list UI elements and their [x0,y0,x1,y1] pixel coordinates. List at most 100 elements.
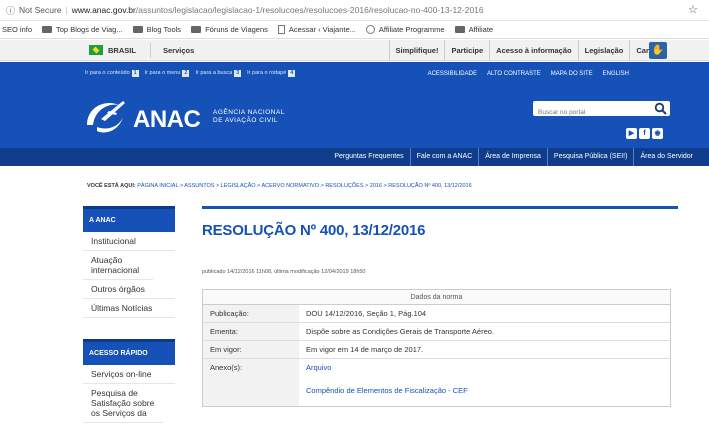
sidebar-section-title: ACESSO RÁPIDO [83,339,175,365]
security-status: Not Secure [19,5,62,15]
search-box [533,101,670,120]
bookmark-folder[interactable]: Top Blogs de Viag... [42,25,123,34]
table-header: Dados da norma [203,290,670,305]
divider: | [65,5,68,15]
address-bar[interactable]: ⓘ Not Secure | www.anac.gov.br /assuntos… [0,0,709,21]
page-icon [277,25,285,34]
link-alto-contraste[interactable]: ALTO CONTRASTE [487,71,541,77]
nav-pesquisa-publica[interactable]: Pesquisa Pública (SEI!) [546,148,634,166]
link-mapa-site[interactable]: MAPA DO SITE [551,71,593,77]
bookmark-label: Fóruns de Viagens [205,25,268,34]
brazil-flag-icon [89,45,103,55]
row-label: Ementa: [203,323,299,340]
folder-icon [42,26,53,33]
sidebar-item-ultimas-noticias[interactable]: Últimas Notícias [83,299,175,318]
bookmark-label: Affiliate Programme [378,25,445,34]
nav-perguntas-frequentes[interactable]: Perguntas Frequentes [328,148,409,166]
sidebar: A ANAC Institucional Atuação internacion… [83,206,175,423]
link-english[interactable]: ENGLISH [603,71,629,77]
url-host: www.anac.gov.br [71,5,136,15]
social-links: ▶ f ◉ [626,128,663,139]
skip-link-menu[interactable]: Ir para o menu 2 [145,70,190,77]
bookmark-label: Affiliate [468,25,494,34]
nav-fale-com-anac[interactable]: Fale com a ANAC [409,148,479,166]
row-label: Em vigor: [203,341,299,358]
sidebar-item-atuacao-internacional[interactable]: Atuação internacional [83,251,153,280]
top-navigation: Perguntas Frequentes Fale com a ANAC Áre… [0,148,709,166]
search-icon[interactable] [654,102,667,115]
bookmark-folder[interactable]: Blog Tools [132,25,182,34]
nav-area-imprensa[interactable]: Área de Imprensa [478,148,547,166]
rss-icon[interactable]: ◉ [652,128,663,139]
anac-logo-icon[interactable] [83,97,127,137]
bookmark-label: Blog Tools [146,25,182,34]
row-value: DOU 14/12/2016, Seção 1, Pág.104 [306,309,427,318]
page-title: RESOLUÇÃO Nº 400, 13/12/2016 [202,222,426,239]
sidebar-item-servicos-online[interactable]: Serviços on-line [83,365,175,384]
row-value: Dispõe sobre as Condições Gerais de Tran… [306,327,495,336]
anexo-link-cef[interactable]: Compêndio de Elementos de Fiscalização -… [306,386,670,395]
divider [150,43,151,58]
publication-meta: publicado 14/12/2016 11h08, última modif… [202,269,366,275]
gov-link-acesso-informacao[interactable]: Acesso à informação [489,40,577,61]
gov-link-legislacao[interactable]: Legislação [577,40,630,61]
folder-icon [132,26,143,33]
sidebar-section-title: A ANAC [83,206,175,232]
folder-icon [191,26,202,33]
bookmark-folder[interactable]: Affiliate [454,25,494,34]
bookmark-item[interactable]: SEO info [2,25,32,34]
bookmark-item[interactable]: Affiliate Programme [365,25,445,34]
bookmark-item[interactable]: Acessar ‹ Viajante... [277,25,356,34]
bookmark-folder[interactable]: Fóruns de Viagens [191,25,268,34]
url-path: /assuntos/legislacao/legislacao-1/resolu… [135,5,484,15]
logo-text[interactable]: ANAC [133,106,201,134]
logo-subtitle: AGÊNCIA NACIONAL DE AVIAÇÃO CIVIL [213,109,285,125]
row-label: Anexo(s): [203,359,299,406]
search-input[interactable] [533,105,648,120]
link-acessibilidade[interactable]: ACESSIBILIDADE [428,71,477,77]
servicos-link[interactable]: Serviços [163,46,194,55]
info-icon[interactable]: ⓘ [6,4,15,17]
gov-bar: BRASIL Serviços Simplifique! Participe A… [0,40,709,61]
facebook-icon[interactable]: f [639,128,650,139]
skip-link-search[interactable]: Ir para a busca 3 [195,70,242,77]
table-row: Anexo(s): Arquivo Compêndio de Elementos… [203,359,670,406]
gov-link-participe[interactable]: Participe [444,40,489,61]
anexo-link-arquivo[interactable]: Arquivo [306,363,670,372]
skip-link-content[interactable]: Ir para o conteúdo 1 [85,70,139,77]
sidebar-item-outros-orgaos[interactable]: Outros órgãos [83,280,175,299]
bookmark-label: Acessar ‹ Viajante... [288,25,356,34]
gov-links: Simplifique! Participe Acesso à informaç… [388,40,667,61]
gov-link-simplifique[interactable]: Simplifique! [388,40,445,61]
folder-icon [454,26,465,33]
breadcrumb-label: VOCÊ ESTÁ AQUI: [87,183,136,189]
skip-links: Ir para o conteúdo 1 Ir para o menu 2 Ir p… [85,70,296,77]
bookmark-label: Top Blogs de Viag... [56,25,123,34]
main-content: RESOLUÇÃO Nº 400, 13/12/2016 publicado 1… [202,206,678,407]
alert-icon [365,25,375,34]
table-row: Em vigor: Em vigor em 14 de março de 201… [203,341,670,359]
logo-subtitle-line: AGÊNCIA NACIONAL [213,109,285,116]
youtube-icon[interactable]: ▶ [626,128,637,139]
sidebar-item-pesquisa-satisfacao[interactable]: Pesquisa de Satisfação sobre os Serviços… [83,384,163,423]
bookmarks-bar: SEO info Top Blogs de Viag... Blog Tools… [0,21,709,39]
table-row: Publicação: DOU 14/12/2016, Seção 1, Pág… [203,305,670,323]
site-header: Ir para o conteúdo 1 Ir para o menu 2 Ir p… [0,62,709,148]
divider [202,206,678,209]
table-row: Ementa: Dispõe sobre as Condições Gerais… [203,323,670,341]
breadcrumb-path[interactable]: PÁGINA INICIAL > ASSUNTOS > LEGISLAÇÃO >… [137,183,471,189]
sidebar-item-institucional[interactable]: Institucional [83,232,175,251]
bookmark-star-icon[interactable]: ☆ [688,3,698,16]
brasil-link[interactable]: BRASIL [108,46,136,55]
row-value: Em vigor em 14 de março de 2017. [306,345,424,354]
accessibility-hand-icon[interactable]: ✋ [649,42,667,59]
row-value: Arquivo Compêndio de Elementos de Fiscal… [299,359,670,406]
nav-area-servidor[interactable]: Área do Servidor [633,148,699,166]
row-label: Publicação: [203,305,299,322]
norma-table: Dados da norma Publicação: DOU 14/12/201… [202,289,671,407]
logo-subtitle-line: DE AVIAÇÃO CIVIL [213,117,278,124]
bookmark-label: SEO info [2,25,33,34]
skip-link-footer[interactable]: Ir para o rodapé 4 [247,70,296,77]
breadcrumb: VOCÊ ESTÁ AQUI: PÁGINA INICIAL > ASSUNTO… [87,183,472,189]
